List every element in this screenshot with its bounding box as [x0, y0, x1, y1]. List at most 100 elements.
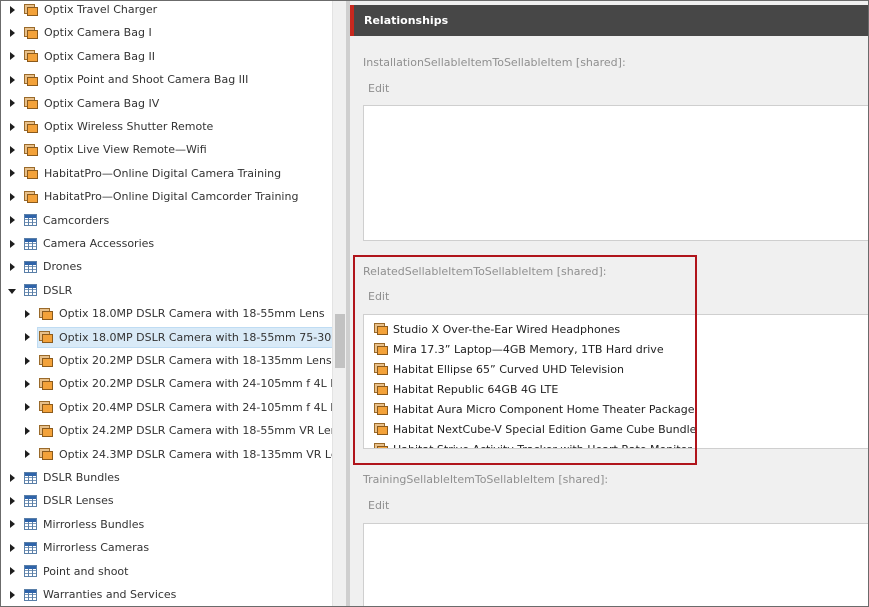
related-item[interactable]: Habitat NextCube-V Special Edition Game … — [374, 420, 696, 438]
tree-item[interactable]: Optix 20.4MP DSLR Camera with 24-105mm f… — [22, 396, 332, 419]
tree-item[interactable]: Optix Travel Charger — [7, 1, 160, 21]
tree-item-content[interactable]: Optix 20.2MP DSLR Camera with 18-135mm L… — [37, 350, 332, 371]
product-icon — [24, 26, 38, 39]
installation-field-box[interactable] — [363, 105, 868, 241]
chevron-right-icon[interactable] — [22, 349, 32, 372]
tree-item-content[interactable]: Optix 24.3MP DSLR Camera with 18-135mm V… — [37, 444, 332, 465]
chevron-right-icon[interactable] — [22, 302, 32, 325]
related-field-box[interactable]: Studio X Over-the-Ear Wired Headphones Mi… — [363, 314, 868, 449]
chevron-right-icon[interactable] — [7, 209, 17, 232]
chevron-right-icon[interactable] — [22, 326, 32, 349]
tree-item-content[interactable]: Optix Live View Remote—Wifi — [22, 139, 210, 160]
chevron-right-icon[interactable] — [22, 396, 32, 419]
tree-item[interactable]: Camera Accessories — [7, 232, 157, 255]
chevron-right-icon[interactable] — [7, 68, 17, 91]
chevron-right-icon[interactable] — [7, 1, 17, 21]
tree-item[interactable]: Optix 20.2MP DSLR Camera with 24-105mm f… — [22, 372, 332, 395]
tree-item-content[interactable]: Optix 18.0MP DSLR Camera with 18-55mm Le… — [37, 303, 328, 324]
tree-item[interactable]: Optix 18.0MP DSLR Camera with 18-55mm Le… — [22, 302, 328, 325]
training-edit-link[interactable]: Edit — [368, 499, 389, 512]
tree-item-content[interactable]: Optix Camera Bag IV — [22, 93, 162, 114]
tree-item-content[interactable]: DSLR Bundles — [22, 467, 123, 488]
chevron-right-icon[interactable] — [7, 232, 17, 255]
item-editor: Relationships InstallationSellableItemTo… — [350, 1, 868, 606]
tree-item[interactable]: Optix 24.2MP DSLR Camera with 18-55mm VR… — [22, 419, 332, 442]
related-edit-link[interactable]: Edit — [368, 290, 389, 303]
chevron-right-icon[interactable] — [22, 443, 32, 466]
chevron-right-icon[interactable] — [7, 21, 17, 44]
chevron-right-icon[interactable] — [7, 560, 17, 583]
tree-item[interactable]: Optix Point and Shoot Camera Bag III — [7, 68, 251, 91]
related-item[interactable]: Studio X Over-the-Ear Wired Headphones — [374, 320, 620, 338]
tree-item-content[interactable]: Camera Accessories — [22, 233, 157, 254]
chevron-right-icon[interactable] — [7, 513, 17, 536]
tree-item-content[interactable]: Warranties and Services — [22, 584, 179, 605]
chevron-right-icon[interactable] — [7, 255, 17, 278]
installation-edit-link[interactable]: Edit — [368, 82, 389, 95]
tree-item-content[interactable]: HabitatPro—Online Digital Camera Trainin… — [22, 163, 284, 184]
chevron-right-icon[interactable] — [7, 466, 17, 489]
tree-item[interactable]: Optix Camera Bag I — [7, 21, 155, 44]
related-item[interactable]: Habitat Aura Micro Component Home Theate… — [374, 400, 695, 418]
tree-item-content[interactable]: DSLR Lenses — [22, 490, 117, 511]
tree-item-content[interactable]: Optix 20.4MP DSLR Camera with 24-105mm f… — [37, 397, 332, 418]
related-item-label: Habitat Ellipse 65” Curved UHD Televisio… — [393, 362, 624, 376]
tree-item[interactable]: DSLR Lenses — [7, 489, 117, 512]
tree-item[interactable]: Camcorders — [7, 209, 112, 232]
tree-item[interactable]: HabitatPro—Online Digital Camcorder Trai… — [7, 185, 301, 208]
tree-scrollbar-thumb[interactable] — [335, 314, 345, 368]
tree-item-content[interactable]: Optix 20.2MP DSLR Camera with 24-105mm f… — [37, 373, 332, 394]
chevron-right-icon[interactable] — [7, 536, 17, 559]
tree-item-content[interactable]: Point and shoot — [22, 561, 131, 582]
tree-item-content[interactable]: Optix 18.0MP DSLR Camera with 18-55mm 75… — [37, 326, 332, 348]
chevron-right-icon[interactable] — [22, 419, 32, 442]
tree-item[interactable]: Point and shoot — [7, 560, 131, 583]
tree-item-content[interactable]: Drones — [22, 256, 85, 277]
chevron-right-icon[interactable] — [7, 92, 17, 115]
tree-item[interactable]: Warranties and Services — [7, 583, 179, 606]
chevron-right-icon[interactable] — [7, 115, 17, 138]
category-icon — [24, 494, 37, 507]
tree-item[interactable]: Optix Wireless Shutter Remote — [7, 115, 216, 138]
chevron-right-icon[interactable] — [7, 185, 17, 208]
tree-item[interactable]: Mirrorless Bundles — [7, 513, 147, 536]
tree-item-label: Warranties and Services — [43, 588, 177, 601]
tree-item[interactable]: Optix Live View Remote—Wifi — [7, 138, 210, 161]
chevron-right-icon[interactable] — [7, 583, 17, 606]
tree-item-content[interactable]: Camcorders — [22, 210, 112, 231]
related-item[interactable]: Habitat Ellipse 65” Curved UHD Televisio… — [374, 360, 624, 378]
related-item[interactable]: Mira 17.3” Laptop—4GB Memory, 1TB Hard d… — [374, 340, 664, 358]
tree-item[interactable]: DSLR Bundles — [7, 466, 123, 489]
tree-item[interactable]: HabitatPro—Online Digital Camera Trainin… — [7, 162, 284, 185]
tree-item-content[interactable]: HabitatPro—Online Digital Camcorder Trai… — [22, 186, 301, 207]
tree-item[interactable]: Drones — [7, 255, 85, 278]
chevron-right-icon[interactable] — [7, 138, 17, 161]
tree-item-content[interactable]: DSLR — [22, 280, 75, 301]
tree-item-content[interactable]: Mirrorless Bundles — [22, 514, 147, 535]
chevron-right-icon[interactable] — [7, 45, 17, 68]
relationships-section-header[interactable]: Relationships — [350, 5, 868, 36]
training-field-box[interactable] — [363, 523, 868, 606]
tree-item[interactable]: Optix 20.2MP DSLR Camera with 18-135mm L… — [22, 349, 332, 372]
tree-item-content[interactable]: Optix Camera Bag II — [22, 46, 158, 67]
tree-item[interactable]: Optix Camera Bag IV — [7, 92, 162, 115]
tree-item-content[interactable]: Optix Point and Shoot Camera Bag III — [22, 69, 251, 90]
tree-item[interactable]: Optix 24.3MP DSLR Camera with 18-135mm V… — [22, 443, 332, 466]
related-item[interactable]: Habitat Strive Activity Tracker with Hea… — [374, 440, 692, 448]
tree-item-label: Optix 24.3MP DSLR Camera with 18-135mm V… — [59, 447, 332, 461]
tree-item-content[interactable]: Optix 24.2MP DSLR Camera with 18-55mm VR… — [37, 420, 332, 441]
chevron-right-icon[interactable] — [7, 489, 17, 512]
chevron-down-icon[interactable] — [7, 279, 17, 302]
chevron-right-icon[interactable] — [7, 162, 17, 185]
tree-item[interactable]: Mirrorless Cameras — [7, 536, 152, 559]
tree-item-content[interactable]: Optix Wireless Shutter Remote — [22, 116, 216, 137]
chevron-right-icon[interactable] — [22, 372, 32, 395]
tree-item-content[interactable]: Optix Camera Bag I — [22, 22, 155, 43]
tree-item[interactable]: Optix 18.0MP DSLR Camera with 18-55mm 75… — [22, 326, 332, 349]
tree-item[interactable]: DSLR — [7, 279, 75, 302]
tree-item-content[interactable]: Optix Travel Charger — [22, 1, 160, 20]
tree-item-content[interactable]: Mirrorless Cameras — [22, 537, 152, 558]
related-item[interactable]: Habitat Republic 64GB 4G LTE — [374, 380, 558, 398]
tree-item[interactable]: Optix Camera Bag II — [7, 45, 158, 68]
tree-scrollbar[interactable] — [332, 1, 346, 606]
